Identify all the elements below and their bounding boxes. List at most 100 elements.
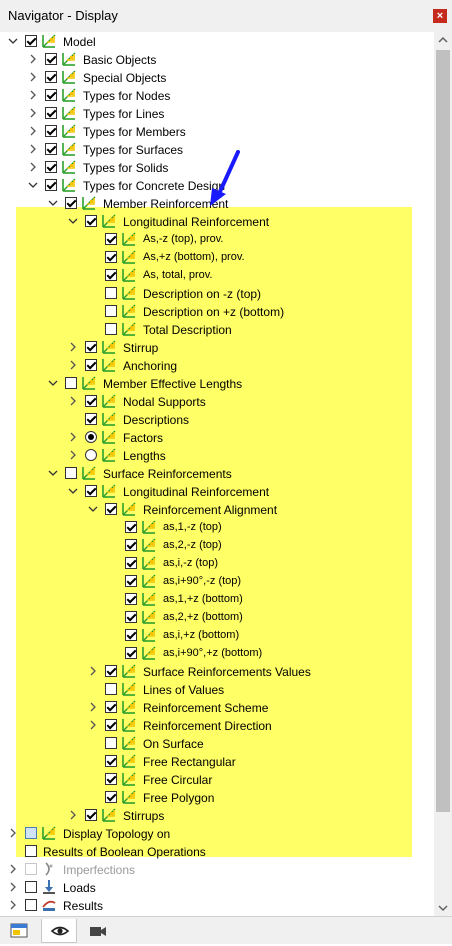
chevron-right-icon[interactable] <box>68 450 78 460</box>
tree-item-checkbox[interactable] <box>125 629 137 641</box>
tree-item-checkbox[interactable] <box>125 593 137 605</box>
tree-item-surface-reinforcements-values[interactable]: Surface Reinforcements Values <box>0 663 434 681</box>
tree-item-asi90-top[interactable]: as,i+90°,-z (top) <box>0 573 434 591</box>
tree-item-checkbox[interactable] <box>85 413 97 425</box>
tree-item-checkbox[interactable] <box>105 791 117 803</box>
chevron-right-icon[interactable] <box>8 828 18 838</box>
tree-item-as2-top[interactable]: as,2,-z (top) <box>0 537 434 555</box>
tree-item-asi-top[interactable]: as,i,-z (top) <box>0 555 434 573</box>
tree-item-checkbox[interactable] <box>125 521 137 533</box>
tree-item-types-for-members[interactable]: Types for Members <box>0 123 434 141</box>
chevron-right-icon[interactable] <box>88 720 98 730</box>
tree-item-checkbox[interactable] <box>45 107 57 119</box>
chevron-right-icon[interactable] <box>88 666 98 676</box>
tree-item-nodal-supports[interactable]: Nodal Supports <box>0 393 434 411</box>
tree-item-checkbox[interactable] <box>85 359 97 371</box>
tree-item-asi-bottom[interactable]: as,i,+z (bottom) <box>0 627 434 645</box>
chevron-down-icon[interactable] <box>68 216 78 226</box>
tree-item-as-total[interactable]: As, total, prov. <box>0 267 434 285</box>
tree-item-free-rectangular[interactable]: Free Rectangular <box>0 753 434 771</box>
tree-item-checkbox[interactable] <box>105 719 117 731</box>
tree-item-checkbox[interactable] <box>105 737 117 749</box>
tree-item-as2-bottom[interactable]: as,2,+z (bottom) <box>0 609 434 627</box>
chevron-right-icon[interactable] <box>8 900 18 910</box>
tree-item-checkbox[interactable] <box>105 287 117 299</box>
chevron-down-icon[interactable] <box>48 468 58 478</box>
tree-item-types-for-lines[interactable]: Types for Lines <box>0 105 434 123</box>
tree-item-member-effective-lengths[interactable]: Member Effective Lengths <box>0 375 434 393</box>
tree-item-special-objects[interactable]: Special Objects <box>0 69 434 87</box>
chevron-right-icon[interactable] <box>28 90 38 100</box>
tree-item-model[interactable]: Model <box>0 33 434 51</box>
chevron-right-icon[interactable] <box>28 108 38 118</box>
tree-item-checkbox[interactable] <box>105 755 117 767</box>
tree-item-results[interactable]: Results <box>0 897 434 915</box>
tree-item-radio[interactable] <box>85 449 97 461</box>
tab-views[interactable] <box>80 919 116 943</box>
tree-item-checkbox[interactable] <box>105 251 117 263</box>
tree-item-checkbox[interactable] <box>45 125 57 137</box>
tree-item-checkbox[interactable] <box>45 161 57 173</box>
tree-item-checkbox[interactable] <box>105 665 117 677</box>
tree-item-free-circular[interactable]: Free Circular <box>0 771 434 789</box>
tree-item-asi90-bottom[interactable]: as,i+90°,+z (bottom) <box>0 645 434 663</box>
tree-item-as-z-top[interactable]: As,-z (top), prov. <box>0 231 434 249</box>
tree-item-checkbox[interactable] <box>25 827 37 839</box>
tree-item-checkbox[interactable] <box>125 539 137 551</box>
tree-item-checkbox[interactable] <box>65 197 77 209</box>
tree-item-reinforcement-direction[interactable]: Reinforcement Direction <box>0 717 434 735</box>
tree-item-reinforcement-alignment[interactable]: Reinforcement Alignment <box>0 501 434 519</box>
chevron-right-icon[interactable] <box>28 54 38 64</box>
tree-item-total-description[interactable]: Total Description <box>0 321 434 339</box>
tree-item-checkbox[interactable] <box>105 323 117 335</box>
tree-item-checkbox[interactable] <box>105 305 117 317</box>
tree-item-reinforcement-scheme[interactable]: Reinforcement Scheme <box>0 699 434 717</box>
tree-item-as1-bottom[interactable]: as,1,+z (bottom) <box>0 591 434 609</box>
tree-item-as1-top[interactable]: as,1,-z (top) <box>0 519 434 537</box>
tree-item-checkbox[interactable] <box>25 899 37 911</box>
chevron-right-icon[interactable] <box>28 144 38 154</box>
chevron-right-icon[interactable] <box>68 810 78 820</box>
scrollbar-thumb[interactable] <box>436 50 450 812</box>
chevron-right-icon[interactable] <box>68 396 78 406</box>
chevron-down-icon[interactable] <box>68 486 78 496</box>
tree-item-imperfections[interactable]: Imperfections <box>0 861 434 879</box>
tree-item-radio[interactable] <box>85 431 97 443</box>
chevron-right-icon[interactable] <box>88 702 98 712</box>
tree-item-as-z-bottom[interactable]: As,+z (bottom), prov. <box>0 249 434 267</box>
tab-data[interactable] <box>2 919 38 943</box>
tree-item-checkbox[interactable] <box>85 341 97 353</box>
tree-item-checkbox[interactable] <box>125 647 137 659</box>
chevron-right-icon[interactable] <box>8 882 18 892</box>
tree-item-checkbox[interactable] <box>125 611 137 623</box>
tree-item-checkbox[interactable] <box>105 233 117 245</box>
chevron-down-icon[interactable] <box>8 36 18 46</box>
tree-item-description-bottom[interactable]: Description on +z (bottom) <box>0 303 434 321</box>
chevron-down-icon[interactable] <box>88 504 98 514</box>
tree-item-descriptions[interactable]: Descriptions <box>0 411 434 429</box>
tree-item-checkbox[interactable] <box>105 701 117 713</box>
tree-item-checkbox[interactable] <box>105 269 117 281</box>
tree-item-loads[interactable]: Loads <box>0 879 434 897</box>
chevron-right-icon[interactable] <box>28 72 38 82</box>
chevron-right-icon[interactable] <box>28 126 38 136</box>
tree-item-checkbox[interactable] <box>25 845 37 857</box>
tree-item-lines-of-values[interactable]: Lines of Values <box>0 681 434 699</box>
tree-item-checkbox[interactable] <box>105 503 117 515</box>
tree-item-checkbox[interactable] <box>105 683 117 695</box>
vertical-scrollbar[interactable] <box>434 32 452 916</box>
tree-item-checkbox[interactable] <box>25 863 37 875</box>
tree-item-checkbox[interactable] <box>85 215 97 227</box>
tree-item-checkbox[interactable] <box>25 35 37 47</box>
tree-item-on-surface[interactable]: On Surface <box>0 735 434 753</box>
tree-item-stirrup[interactable]: Stirrup <box>0 339 434 357</box>
tree-item-surface-reinforcements[interactable]: Surface Reinforcements <box>0 465 434 483</box>
tree-item-description-top[interactable]: Description on -z (top) <box>0 285 434 303</box>
tree-item-free-polygon[interactable]: Free Polygon <box>0 789 434 807</box>
tree-item-factors[interactable]: Factors <box>0 429 434 447</box>
tree-item-checkbox[interactable] <box>125 557 137 569</box>
tree-item-checkbox[interactable] <box>25 881 37 893</box>
tree-item-checkbox[interactable] <box>65 377 77 389</box>
scroll-down-arrow-icon[interactable] <box>434 900 452 916</box>
chevron-right-icon[interactable] <box>68 432 78 442</box>
